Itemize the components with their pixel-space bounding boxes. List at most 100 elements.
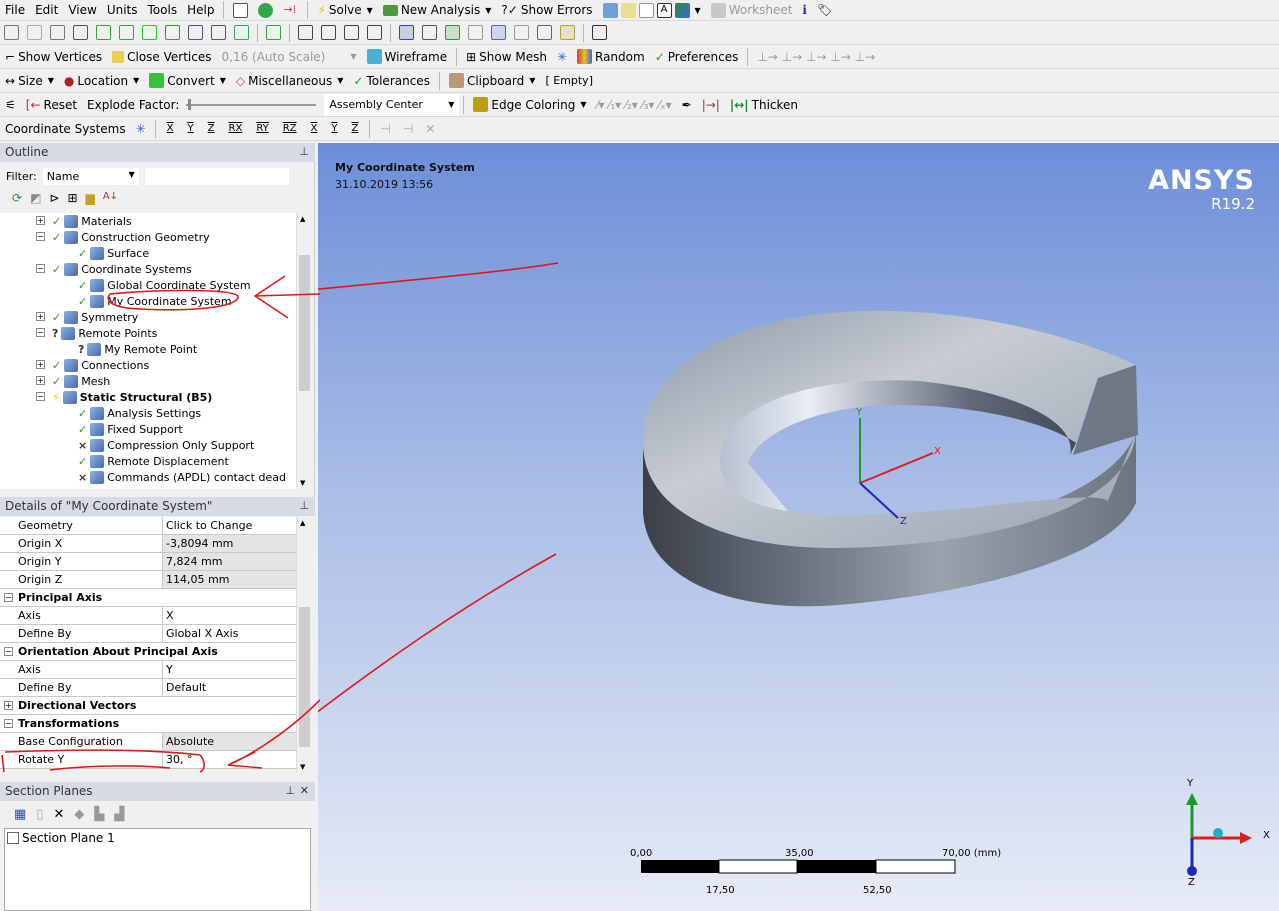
edge-coloring-button[interactable]: Edge Coloring ▼ [468,94,591,116]
scale-dropdown[interactable]: 0,16 (Auto Scale) ▼ [217,46,362,68]
new-section-plane-icon[interactable]: ▦ [14,807,26,822]
select-mode-button[interactable] [0,25,23,40]
tree-item[interactable]: ✓ Analysis Settings [78,405,201,421]
clipboard-button[interactable]: Clipboard ▼ [444,70,540,92]
tree-item[interactable]: ? My Remote Point [78,341,197,357]
reset-button[interactable]: [← Reset [21,94,82,116]
preferences-button[interactable]: ✓ Preferences [650,46,744,68]
connect-button[interactable]: →⁞ [278,0,303,21]
axis-translate-button[interactable]: RX [222,123,250,134]
property-value[interactable]: X [163,607,296,624]
tree-item[interactable]: − ✓ Coordinate Systems [36,261,192,277]
explode-factor-slider[interactable] [184,94,324,116]
cap-icon[interactable]: ▙ [94,807,104,822]
node-select-button[interactable] [184,25,207,40]
previous-view-button[interactable] [510,25,533,40]
scrollbar-thumb[interactable] [299,607,310,747]
sort-az-icon[interactable]: A↓ [103,191,118,205]
expand-icon[interactable]: + [36,312,45,321]
element-face-button[interactable] [207,25,230,40]
align-icon[interactable]: ⊣ [374,122,396,136]
location-button[interactable]: ● Location ▼ [59,70,144,92]
menu-edit[interactable]: Edit [30,0,63,21]
folder-icon[interactable]: ▆ [86,191,95,205]
expand-all-icon[interactable]: ⊞ [67,191,77,205]
tree-item[interactable]: + ✓ Materials [36,213,132,229]
show-mesh-button[interactable]: ⊞ Show Mesh [461,46,552,68]
slider-thumb[interactable] [188,98,192,110]
property-value[interactable]: Absolute [163,733,296,750]
tree-item[interactable]: − ✓ Construction Geometry [36,229,210,245]
body-select-button[interactable] [161,25,184,40]
pointer-button[interactable] [69,25,92,40]
scroll-up-icon[interactable]: ▲ [300,215,305,223]
menu-help[interactable]: Help [182,0,219,21]
add-body-button[interactable] [262,25,285,40]
collapse-icon[interactable]: − [36,264,45,273]
pin-icon[interactable]: ⊥ [285,784,295,797]
triad-button[interactable]: ✳ [552,46,572,68]
point-select-button[interactable] [23,25,46,40]
show-plane-icon[interactable]: ◆ [74,807,84,822]
tree-item[interactable]: × Commands (APDL) contact dead [78,469,286,485]
tree-item[interactable]: −? Remote Points [36,325,157,341]
edge-display-buttons[interactable]: ⁄▾ ⁄₁▾ ⁄₂▾ ⁄₃▾ ⁄ₓ▾ [591,94,676,116]
scroll-up-icon[interactable]: ▲ [300,519,305,527]
thicken-button[interactable]: |↔| Thicken [725,94,803,116]
tree-item[interactable]: ✓ Remote Displacement [78,453,229,469]
zoom-box-button[interactable] [418,25,441,40]
details-scrollbar[interactable]: ▲ ▼ [296,517,311,773]
menu-view[interactable]: View [63,0,101,21]
property-value[interactable]: Global X Axis [163,625,296,642]
collapse-icon[interactable]: − [36,328,45,337]
details-group-row[interactable]: − Orientation About Principal Axis [0,643,296,661]
scrollbar-thumb[interactable] [299,255,310,391]
details-group-row[interactable]: + Directional Vectors [0,697,296,715]
solve-button[interactable]: ⚡ Solve ▼ [312,0,377,21]
tree-item[interactable]: + ✓ Symmetry [36,309,138,325]
new-analysis-button[interactable]: New Analysis ▼ [378,0,497,21]
tag-button[interactable]: 🏷 [812,0,837,21]
align-reverse-icon[interactable]: ⊣ [397,122,419,136]
random-colors-button[interactable]: Random [572,46,650,68]
close-icon[interactable]: ✕ [419,122,441,136]
element-select-button[interactable] [230,25,253,40]
collapse-icon[interactable]: − [36,392,45,401]
iso-button[interactable] [487,25,510,40]
property-value[interactable]: -3,8094 mm [163,535,296,552]
zoom-button[interactable] [340,25,363,40]
property-value[interactable]: Click to Change [163,517,296,534]
thin-button[interactable]: |→| [697,94,725,116]
wireframe-button[interactable]: Wireframe [362,46,453,68]
menu-file[interactable]: File [0,0,30,21]
tree-item[interactable]: ✓ Global Coordinate System [78,277,251,293]
size-button[interactable]: ↔ Size ▼ [0,70,59,92]
property-value[interactable]: 30, ° [163,751,296,768]
face-select-button[interactable] [138,25,161,40]
insert-icons-group[interactable]: A ▼ [598,0,706,21]
scroll-down-icon[interactable]: ▼ [300,763,305,771]
property-value[interactable]: Default [163,679,296,696]
axis-translate-button[interactable]: RZ [276,123,304,134]
hide-icon[interactable]: ▟ [114,807,124,822]
details-group-row[interactable]: − Transformations [0,715,296,733]
global-triad[interactable]: Y X Z [1186,778,1270,888]
ring-body[interactable] [643,310,1138,607]
tree-item[interactable]: − ⚡ Static Structural (B5) [36,389,212,405]
scroll-down-icon[interactable]: ▼ [300,479,305,487]
branch-icon[interactable]: ⊳ [49,191,59,205]
close-icon[interactable]: ✕ [300,784,309,797]
property-value[interactable]: 114,05 mm [163,571,296,588]
collapse-icon[interactable]: − [36,232,45,241]
section-plane-item[interactable]: Section Plane 1 [5,829,310,847]
tree-item[interactable]: ✓ Surface [78,245,149,261]
axis-translate-button[interactable]: Z [201,123,222,134]
check-button[interactable] [253,0,278,21]
rotate-button[interactable] [294,25,317,40]
axis-flip-button[interactable]: Z [345,123,366,134]
tree-item[interactable]: ✓ My Coordinate System [78,293,232,309]
close-vertices-button[interactable]: Close Vertices [107,46,216,68]
expand-icon[interactable]: + [36,216,45,225]
eraser-icon[interactable]: ◩ [30,191,41,205]
expand-icon[interactable]: + [36,376,45,385]
